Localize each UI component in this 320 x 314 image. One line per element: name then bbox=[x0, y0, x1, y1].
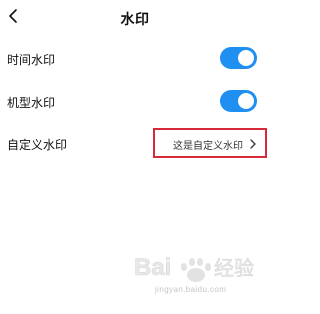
time-watermark-toggle[interactable] bbox=[220, 47, 257, 69]
custom-watermark-value: 这是自定义水印 bbox=[173, 141, 243, 152]
watermark-settings-screen: 水印 时间水印 机型水印 自定义水印 这是自定义水印 Bai 经验 jingya… bbox=[0, 0, 270, 314]
baidu-watermark: Bai 经验 jingyan.baidu.com bbox=[130, 245, 270, 314]
custom-watermark-value-box[interactable]: 这是自定义水印 bbox=[153, 128, 267, 158]
model-watermark-label: 机型水印 bbox=[7, 96, 56, 110]
custom-watermark-label: 自定义水印 bbox=[7, 138, 68, 152]
svg-text:经验: 经验 bbox=[214, 257, 254, 280]
model-watermark-row: 机型水印 bbox=[0, 82, 270, 122]
baidu-logo: Bai 经验 bbox=[134, 254, 254, 282]
header: 水印 bbox=[0, 0, 270, 36]
time-watermark-label: 时间水印 bbox=[7, 53, 56, 67]
time-watermark-row: 时间水印 bbox=[0, 39, 270, 79]
toggle-knob bbox=[238, 93, 254, 109]
model-watermark-toggle[interactable] bbox=[220, 90, 257, 112]
chevron-right-icon bbox=[250, 139, 256, 149]
toggle-knob bbox=[238, 50, 254, 66]
baidu-url: jingyan.baidu.com bbox=[155, 285, 227, 294]
page-title: 水印 bbox=[120, 12, 150, 28]
svg-text:Bai: Bai bbox=[134, 254, 171, 281]
